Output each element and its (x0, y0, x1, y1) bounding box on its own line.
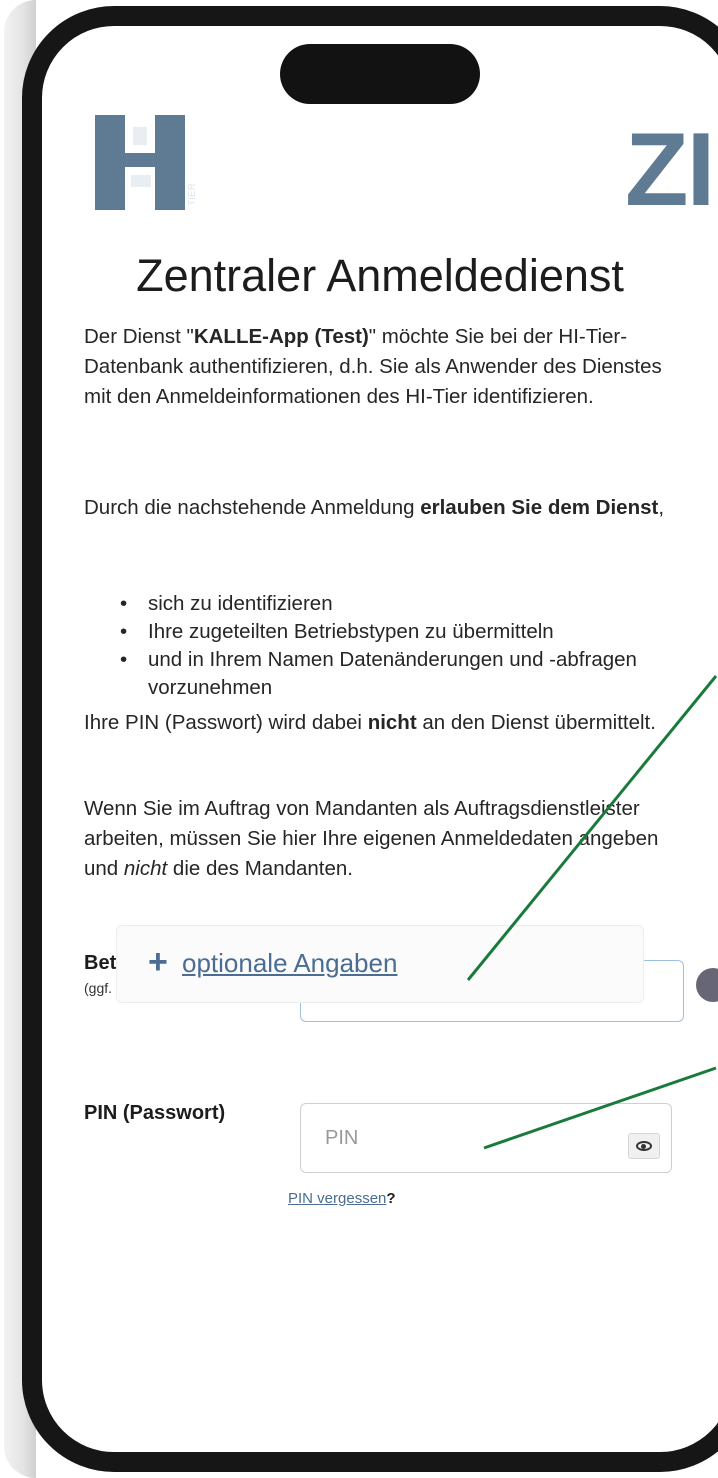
intro-paragraph: Der Dienst "KALLE-App (Test)" möchte Sie… (84, 325, 662, 408)
camera-notch (280, 44, 480, 104)
pin-forgot: PIN vergessen? (288, 1190, 396, 1207)
pin-input[interactable] (300, 1103, 672, 1173)
pin-notice: Ihre PIN (Passwort) wird dabei nicht an … (84, 711, 656, 734)
logo-caption: TIER (186, 183, 198, 206)
list-item: Ihre zugeteilten Betriebstypen zu übermi… (100, 618, 680, 646)
show-pin-button[interactable] (628, 1133, 660, 1159)
page-title: Zentraler Anmeldedienst (136, 250, 624, 301)
phone-frame (22, 6, 718, 1472)
forgot-pin-link[interactable]: PIN vergessen (288, 1190, 386, 1207)
permission-paragraph: Durch die nachstehende Anmeldung erlaube… (84, 496, 665, 519)
pin-label: PIN (Passwort) (84, 1102, 226, 1124)
service-name: KALLE-App (Test) (193, 325, 369, 348)
permission-list: sich zu identifizieren Ihre zugeteilten … (100, 590, 680, 702)
zi-logo: ZI (625, 112, 715, 228)
mandant-notice: Wenn Sie im Auftrag von Mandanten als Au… (84, 797, 659, 880)
hi-tier-logo: TIER (95, 115, 210, 210)
list-item: sich zu identifizieren (100, 590, 680, 618)
plus-icon: + (148, 943, 168, 981)
eye-icon (636, 1141, 652, 1151)
list-item: und in Ihrem Namen Datenänderungen und -… (100, 646, 680, 702)
optional-details-link[interactable]: optionale Angaben (182, 948, 397, 979)
